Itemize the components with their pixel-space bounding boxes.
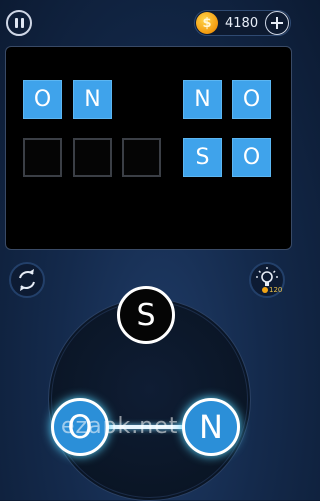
- coin-balance: $ 4180: [194, 10, 291, 36]
- letter-button-o[interactable]: O: [51, 398, 109, 456]
- word-tile: O: [23, 80, 62, 119]
- word-tile: O: [232, 80, 271, 119]
- letter-button-n[interactable]: N: [182, 398, 240, 456]
- word-board: O N N O S O: [5, 46, 292, 250]
- word-tile: N: [73, 80, 112, 119]
- word-tile: O: [232, 138, 271, 177]
- shuffle-icon: [19, 269, 35, 291]
- empty-tile: [73, 138, 112, 177]
- pause-icon: [14, 18, 18, 28]
- word-tile: S: [183, 138, 222, 177]
- empty-tile: [23, 138, 62, 177]
- empty-tile: [122, 138, 161, 177]
- pause-button[interactable]: [6, 10, 32, 36]
- coin-icon: $: [196, 12, 218, 34]
- shuffle-button[interactable]: [9, 262, 45, 298]
- hint-cost-value: 120: [269, 286, 283, 294]
- coin-count: 4180: [225, 15, 259, 31]
- word-tile: N: [183, 80, 222, 119]
- letter-button-s[interactable]: S: [117, 286, 175, 344]
- coin-icon: [262, 287, 268, 293]
- add-coins-button[interactable]: [265, 11, 289, 35]
- hint-cost: 120: [262, 286, 282, 294]
